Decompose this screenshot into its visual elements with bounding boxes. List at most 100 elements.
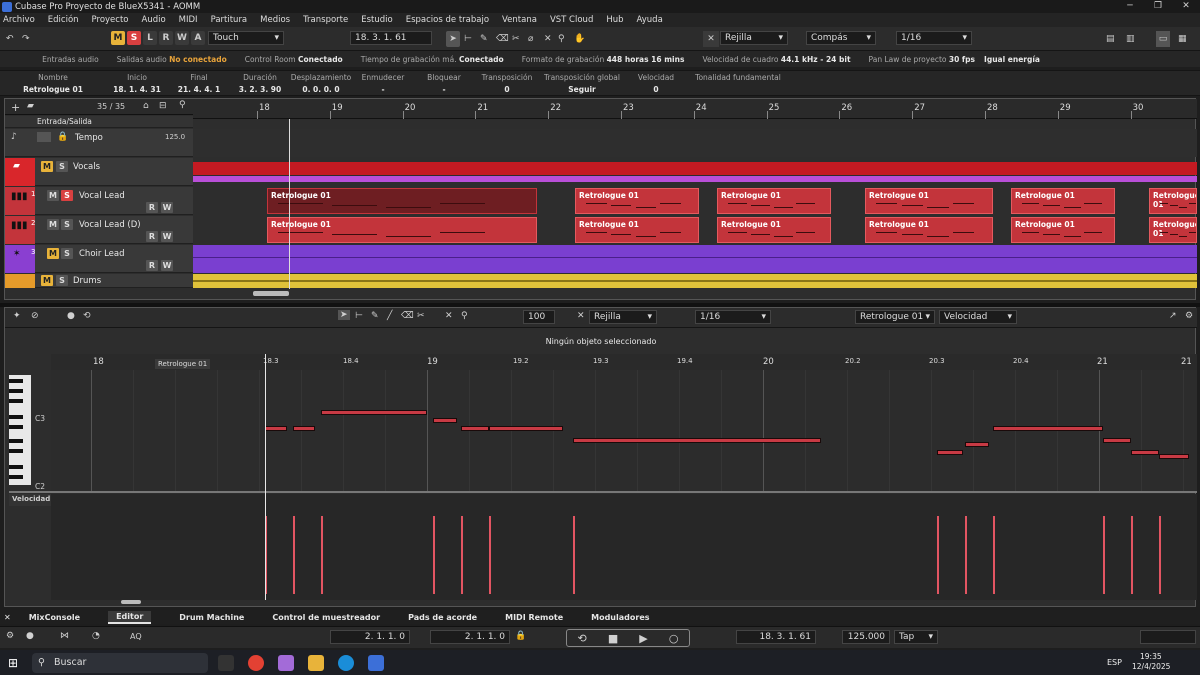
midi-part[interactable]: Retrologue 01 <box>1011 188 1115 214</box>
info-length[interactable]: Duración 3. 2. 3. 90 <box>232 73 288 94</box>
snap-toggle-icon[interactable]: ✕ <box>577 311 585 321</box>
aq-button[interactable]: AQ <box>130 632 142 641</box>
close-icon[interactable]: ✕ <box>4 613 11 622</box>
mute-tool-icon[interactable]: ✕ <box>445 311 453 321</box>
midi-part[interactable]: Retrologue 01 <box>1011 217 1115 243</box>
black-key[interactable] <box>9 389 23 393</box>
write-button[interactable]: W <box>161 260 173 271</box>
drums-folder-lane[interactable] <box>193 274 1197 288</box>
black-key[interactable] <box>9 379 23 383</box>
track-choir-lead[interactable]: ✶ 3 M S Choir Lead R W <box>5 245 193 273</box>
velocity-bar[interactable] <box>937 516 939 594</box>
marker-field[interactable] <box>1140 630 1196 644</box>
vocal-lead-lane[interactable]: Retrologue 01 Retrologue 01 Retrologue 01 R… <box>193 187 1197 215</box>
info-global-transpose[interactable]: Transposición global Seguir <box>544 73 620 94</box>
glue-tool-icon[interactable]: ⌀ <box>528 31 533 47</box>
read-button[interactable]: R <box>146 202 158 213</box>
menu-hub[interactable]: Hub <box>606 15 623 25</box>
track-inout[interactable]: Entrada/Salida <box>5 116 193 128</box>
record-icon[interactable]: ● <box>67 311 75 321</box>
taskbar-search[interactable]: ⚲ Buscar <box>32 653 208 673</box>
pin-icon[interactable]: ✦ <box>13 311 21 321</box>
midi-note[interactable] <box>321 410 427 415</box>
tab-drum-machine[interactable]: Drum Machine <box>179 613 244 622</box>
grid-type-select[interactable]: Compás ▾ <box>806 31 876 45</box>
play-icon[interactable]: ▶ <box>639 632 647 645</box>
solo-button[interactable]: S <box>56 275 68 286</box>
chrome-icon[interactable] <box>248 655 264 671</box>
menu-audio[interactable]: Audio <box>142 15 166 25</box>
midi-part[interactable]: Retrologue 01 <box>575 217 699 243</box>
black-key[interactable] <box>9 399 23 403</box>
velocity-bar[interactable] <box>433 516 435 594</box>
velocity-bar[interactable] <box>965 516 967 594</box>
range-tool-icon[interactable]: ⊢ <box>355 311 363 321</box>
menu-estudio[interactable]: Estudio <box>361 15 392 25</box>
midi-part[interactable]: Retrologue 01 <box>575 188 699 214</box>
solo-button[interactable]: S <box>127 31 141 45</box>
tempo-field[interactable]: 125.000 <box>842 630 890 644</box>
tempo-lane[interactable] <box>193 129 1197 157</box>
track-drums[interactable]: M S Drums <box>5 274 193 288</box>
tab-midi-remote[interactable]: MIDI Remote <box>505 613 563 622</box>
menu-archivo[interactable]: Archivo <box>3 15 35 25</box>
solo-button[interactable]: S <box>56 161 68 172</box>
settings-icon[interactable]: ⚙ <box>1185 311 1193 321</box>
punch-icon[interactable]: ⋈ <box>60 631 69 641</box>
vocal-lead-d-lane[interactable]: Retrologue 01 Retrologue 01 Retrologue 01 R… <box>193 216 1197 244</box>
horizontal-scrollbar[interactable] <box>253 291 289 296</box>
playhead-project[interactable] <box>289 119 290 289</box>
track-vocal-lead[interactable]: ▮▮▮ 1 M S Vocal Lead R W <box>5 187 193 215</box>
visibility-icon[interactable]: ⌂ <box>143 101 149 111</box>
midi-note[interactable] <box>1159 454 1189 459</box>
automation-mode-select[interactable]: Touch ▾ <box>208 31 284 45</box>
note-grid[interactable] <box>51 370 1197 491</box>
info-end[interactable]: Final 21. 4. 4. 1 <box>170 73 228 94</box>
midi-note[interactable] <box>1103 438 1131 443</box>
tab-chord-pads[interactable]: Pads de acorde <box>408 613 477 622</box>
configure-icon[interactable]: ⊟ <box>159 101 167 111</box>
maximize-button[interactable]: ❐ <box>1144 0 1172 13</box>
midi-part[interactable]: Retrologue 01 <box>267 217 537 243</box>
pointer-tool-icon[interactable]: ➤ <box>446 31 460 47</box>
mute-button[interactable]: M <box>47 219 59 230</box>
mute-button[interactable]: M <box>41 161 53 172</box>
info-lock[interactable]: Bloquear - <box>416 73 472 94</box>
black-key[interactable] <box>9 465 23 469</box>
quantize-strength-field[interactable]: 100 <box>523 310 555 324</box>
part-select[interactable]: Retrologue 01 ▾ <box>855 310 935 324</box>
retro-record-icon[interactable]: ⟲ <box>83 311 91 321</box>
layout-left-icon[interactable]: ▤ <box>1106 31 1115 47</box>
menu-vstcloud[interactable]: VST Cloud <box>550 15 593 25</box>
solo-editor-icon[interactable]: ⊘ <box>31 311 39 321</box>
open-window-icon[interactable]: ↗ <box>1169 311 1177 321</box>
folder-icon[interactable]: ▰ <box>27 101 34 111</box>
language-indicator[interactable]: ESP <box>1107 658 1122 667</box>
velocity-bar[interactable] <box>293 516 295 594</box>
solo-button[interactable]: S <box>61 248 73 259</box>
midi-note[interactable] <box>293 426 315 431</box>
right-locator-field[interactable]: 2. 1. 1. 0 <box>430 630 510 644</box>
track-vocal-lead-d[interactable]: ▮▮▮ 2 M S Vocal Lead (D) R W <box>5 216 193 244</box>
close-button[interactable]: ✕ <box>1172 0 1200 13</box>
erase-tool-icon[interactable]: ⌫ <box>401 311 414 321</box>
range-tool-icon[interactable]: ⊢ <box>464 31 472 47</box>
snap-type-select[interactable]: Rejilla ▾ <box>720 31 788 45</box>
piano-keyboard[interactable] <box>9 375 31 485</box>
hand-tool-icon[interactable]: ✋ <box>574 31 585 47</box>
mute-tool-icon[interactable]: ✕ <box>544 31 552 47</box>
controller-lane-select[interactable]: Velocidad ▾ <box>939 310 1017 324</box>
midi-note[interactable] <box>265 426 287 431</box>
transport-position-field[interactable]: 18. 3. 1. 61 <box>736 630 816 644</box>
midi-note[interactable] <box>573 438 821 443</box>
mute-button[interactable]: M <box>41 275 53 286</box>
add-track-icon[interactable]: + <box>11 101 20 114</box>
velocity-bar[interactable] <box>461 516 463 594</box>
velocity-bar[interactable] <box>321 516 323 594</box>
info-root-key[interactable]: Tonalidad fundamental <box>690 73 786 85</box>
midi-part[interactable]: Retrologue 01 <box>717 217 831 243</box>
velocity-bar[interactable] <box>573 516 575 594</box>
menu-proyecto[interactable]: Proyecto <box>92 15 129 25</box>
automation-button[interactable]: A <box>191 31 205 45</box>
editor-quantize-select[interactable]: 1/16 ▾ <box>695 310 771 324</box>
